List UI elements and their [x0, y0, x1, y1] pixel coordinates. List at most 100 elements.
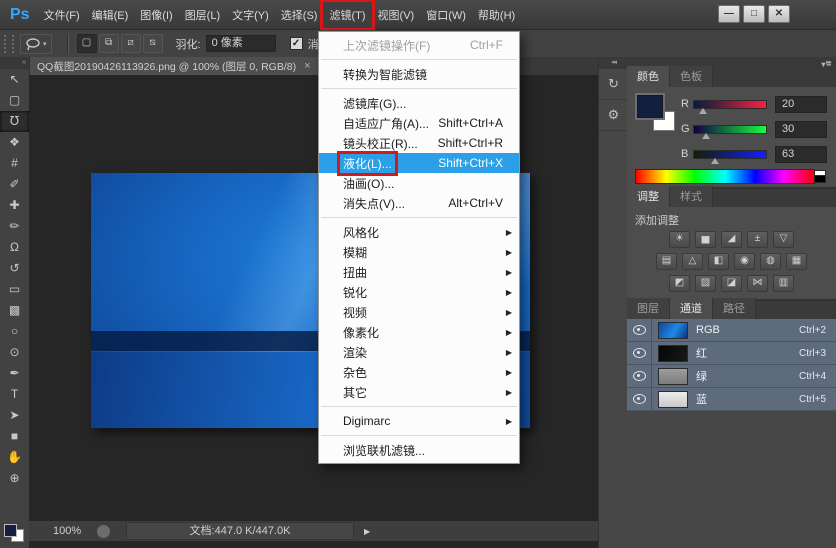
pen-tool[interactable]: ✒: [0, 363, 29, 384]
channel-value-input[interactable]: 30: [775, 121, 827, 138]
color-slider-thumb[interactable]: [711, 158, 719, 164]
filter-menu-item[interactable]: 油画(O)...: [319, 173, 519, 193]
foreground-background-swatches[interactable]: [4, 524, 24, 542]
filter-menu-item[interactable]: 锐化 ▶: [319, 282, 519, 302]
document-tab[interactable]: QQ截图20190426113926.png @ 100% (图层 0, RGB…: [29, 57, 320, 75]
eraser-tool[interactable]: ▭: [0, 279, 29, 300]
color-panel-tab[interactable]: 颜色: [627, 66, 670, 87]
filter-menu-item[interactable]: Digimarc ▶: [319, 411, 519, 431]
brush-tool[interactable]: ✏: [0, 216, 29, 237]
channels-panel-tab[interactable]: 通道: [670, 298, 713, 319]
filter-menu-item[interactable]: [321, 435, 517, 436]
menubar-item[interactable]: 编辑(E): [86, 2, 135, 28]
filter-menu-item[interactable]: 液化(L)... Shift+Ctrl+X: [319, 153, 519, 173]
filter-menu-item[interactable]: 其它 ▶: [319, 382, 519, 402]
gradient-tool[interactable]: ▩: [0, 300, 29, 321]
color-spectrum-ramp[interactable]: [635, 169, 815, 184]
visibility-eye-icon[interactable]: [633, 325, 646, 335]
black-swatch[interactable]: [814, 175, 826, 183]
brightness-contrast-icon[interactable]: ☀: [669, 231, 690, 248]
filter-menu-item[interactable]: 杂色 ▶: [319, 362, 519, 382]
posterize-icon[interactable]: ▨: [695, 275, 716, 292]
move-tool[interactable]: ↖: [0, 69, 29, 90]
rectangle-tool[interactable]: ■: [0, 426, 29, 447]
channel-row[interactable]: 红 Ctrl+3: [627, 342, 836, 365]
channel-mixer-icon[interactable]: ◍: [760, 253, 781, 270]
color-slider-track[interactable]: [693, 100, 767, 109]
menubar-item[interactable]: 视图(V): [372, 2, 421, 28]
filter-menu-item[interactable]: 像素化 ▶: [319, 322, 519, 342]
healing-brush-tool[interactable]: ✚: [0, 195, 29, 216]
blur-tool[interactable]: ○: [0, 321, 29, 342]
color-panel-tab[interactable]: 色板: [670, 66, 713, 87]
antialias-checkbox[interactable]: ✓: [290, 37, 303, 50]
adjustments-panel-tab[interactable]: 调整: [627, 186, 670, 207]
channel-row[interactable]: 蓝 Ctrl+5: [627, 388, 836, 411]
options-bar-grip[interactable]: [4, 35, 14, 53]
filter-menu-item[interactable]: [321, 217, 517, 218]
clone-stamp-tool[interactable]: Ω: [0, 237, 29, 258]
hand-tool[interactable]: ✋: [0, 447, 29, 468]
menubar-item[interactable]: 选择(S): [275, 2, 324, 28]
color-slider-track[interactable]: [693, 125, 767, 134]
threshold-icon[interactable]: ◪: [721, 275, 742, 292]
filter-menu-item[interactable]: 上次滤镜操作(F) Ctrl+F: [319, 35, 519, 55]
foreground-color-well[interactable]: [637, 95, 663, 118]
filter-menu-item[interactable]: 渲染 ▶: [319, 342, 519, 362]
menubar-item[interactable]: 窗口(W): [420, 2, 472, 28]
color-lookup-icon[interactable]: ▦: [786, 253, 807, 270]
filter-menu-item[interactable]: 滤镜库(G)...: [319, 93, 519, 113]
add-to-selection-button[interactable]: ⧉: [99, 34, 119, 53]
intersect-selection-button[interactable]: ⧅: [143, 34, 163, 53]
filter-menu-item[interactable]: 转换为智能滤镜: [319, 64, 519, 84]
path-selection-tool[interactable]: ➤: [0, 405, 29, 426]
channels-panel-tab[interactable]: 图层: [627, 298, 670, 319]
zoom-level[interactable]: 100%: [53, 525, 97, 537]
filter-menu-item[interactable]: 风格化 ▶: [319, 222, 519, 242]
foreground-color-swatch[interactable]: [4, 524, 17, 537]
filter-menu-item[interactable]: 消失点(V)... Alt+Ctrl+V: [319, 193, 519, 213]
channel-value-input[interactable]: 63: [775, 146, 827, 163]
maximize-button[interactable]: □: [743, 5, 765, 23]
filter-menu-item[interactable]: 扭曲 ▶: [319, 262, 519, 282]
color-slider-thumb[interactable]: [702, 133, 710, 139]
hue-saturation-icon[interactable]: ▤: [656, 253, 677, 270]
curves-icon[interactable]: ◢: [721, 231, 742, 248]
menubar-item[interactable]: 文件(F): [38, 2, 86, 28]
channels-panel-tab[interactable]: 路径: [713, 298, 756, 319]
properties-panel-button[interactable]: ⚙: [599, 100, 628, 131]
visibility-eye-icon[interactable]: [633, 371, 646, 381]
zoom-tool[interactable]: ⊕: [0, 468, 29, 489]
photo-filter-icon[interactable]: ◉: [734, 253, 755, 270]
filter-menu-item[interactable]: [321, 88, 517, 89]
menubar-item[interactable]: 图层(L): [179, 2, 226, 28]
history-panel-button[interactable]: ↻: [599, 69, 628, 100]
quick-selection-tool[interactable]: ❖: [0, 132, 29, 153]
black-white-icon[interactable]: ◧: [708, 253, 729, 270]
close-button[interactable]: ✕: [768, 5, 790, 23]
gradient-map-icon[interactable]: ⋈: [747, 275, 768, 292]
dodge-tool[interactable]: ⊙: [0, 342, 29, 363]
history-brush-tool[interactable]: ↺: [0, 258, 29, 279]
filter-menu-item[interactable]: 浏览联机滤镜...: [319, 440, 519, 460]
filter-menu-item[interactable]: [321, 59, 517, 60]
status-options-arrow-icon[interactable]: ▶: [364, 527, 370, 536]
feather-input[interactable]: 0 像素: [206, 35, 276, 52]
visibility-eye-icon[interactable]: [633, 394, 646, 404]
filter-menu-item[interactable]: [321, 406, 517, 407]
color-balance-icon[interactable]: △: [682, 253, 703, 270]
minimize-button[interactable]: —: [718, 5, 740, 23]
channel-row[interactable]: 绿 Ctrl+4: [627, 365, 836, 388]
channel-row[interactable]: RGB Ctrl+2: [627, 319, 836, 342]
filter-menu-item[interactable]: 自适应广角(A)... Shift+Ctrl+A: [319, 113, 519, 133]
color-slider-thumb[interactable]: [699, 108, 707, 114]
exposure-icon[interactable]: ±: [747, 231, 768, 248]
marquee-tool[interactable]: ▢: [0, 90, 29, 111]
subtract-from-selection-button[interactable]: ⧄: [121, 34, 141, 53]
invert-icon[interactable]: ◩: [669, 275, 690, 292]
menubar-item[interactable]: 滤镜(T): [323, 2, 371, 28]
new-selection-button[interactable]: ▢: [77, 34, 97, 53]
selective-color-icon[interactable]: ▥: [773, 275, 794, 292]
adjustments-panel-tab[interactable]: 样式: [670, 186, 713, 207]
menubar-item[interactable]: 图像(I): [134, 2, 178, 28]
